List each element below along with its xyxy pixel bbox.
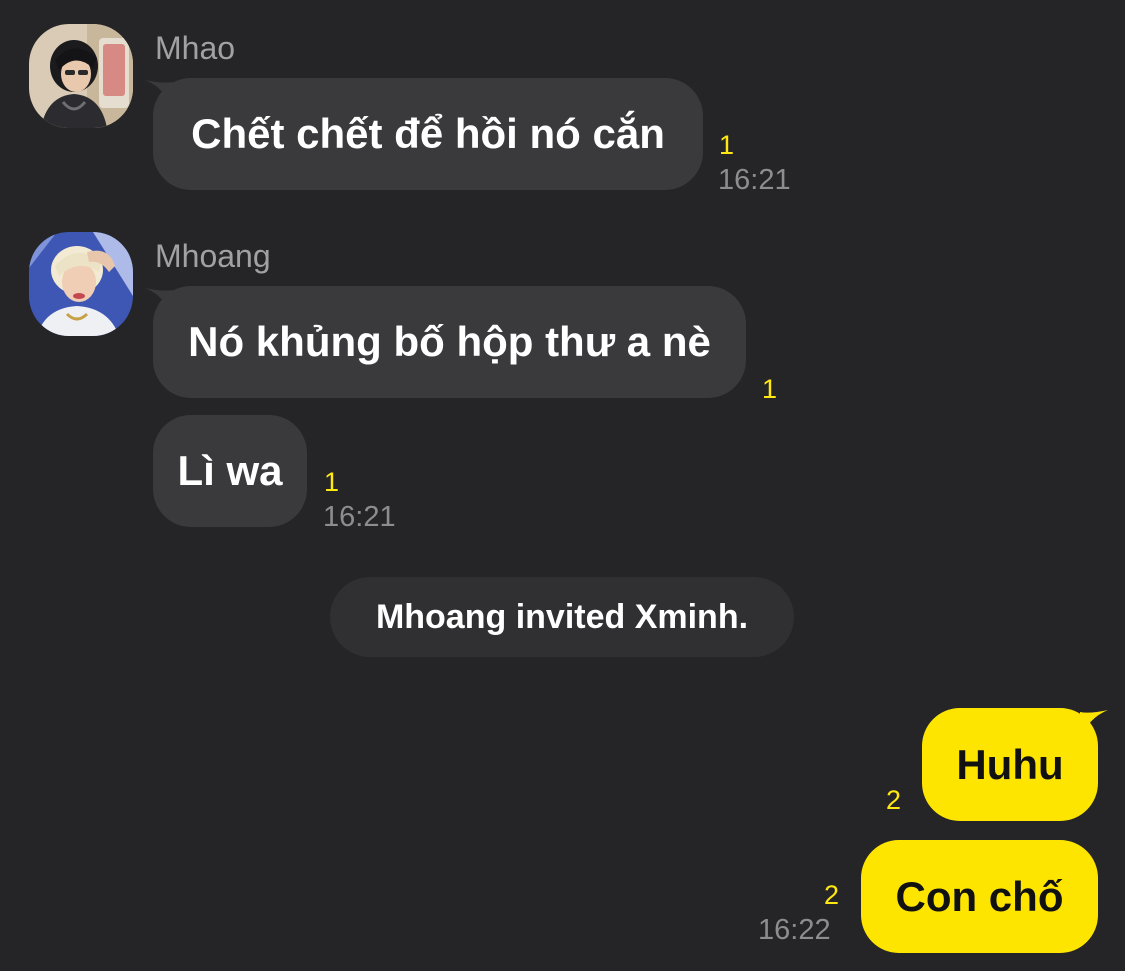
avatar-mhao[interactable] xyxy=(29,24,133,128)
sender-name: Mhao xyxy=(155,30,236,66)
message-bubble[interactable]: Nó khủng bố hộp thư a nè xyxy=(153,286,746,398)
my-message-bubble[interactable]: Con chố xyxy=(861,840,1098,953)
my-message-bubble[interactable]: Huhu xyxy=(922,708,1098,821)
user-avatar-icon xyxy=(29,232,133,336)
unread-count: 1 xyxy=(719,130,735,160)
system-notice: Mhoang invited Xminh. xyxy=(330,577,794,657)
unread-count: 1 xyxy=(762,374,778,404)
message-timestamp: 16:21 xyxy=(323,501,396,533)
user-avatar-icon xyxy=(29,24,133,128)
message-bubble[interactable]: Chết chết để hồi nó cắn xyxy=(153,78,703,190)
sender-name: Mhoang xyxy=(155,238,271,274)
message-timestamp: 16:21 xyxy=(718,164,791,196)
unread-count: 1 xyxy=(324,467,340,497)
unread-count: 2 xyxy=(886,785,902,815)
avatar-mhoang[interactable] xyxy=(29,232,133,336)
unread-count: 2 xyxy=(824,880,840,910)
message-bubble[interactable]: Lì wa xyxy=(153,415,307,527)
message-timestamp: 16:22 xyxy=(758,914,831,946)
